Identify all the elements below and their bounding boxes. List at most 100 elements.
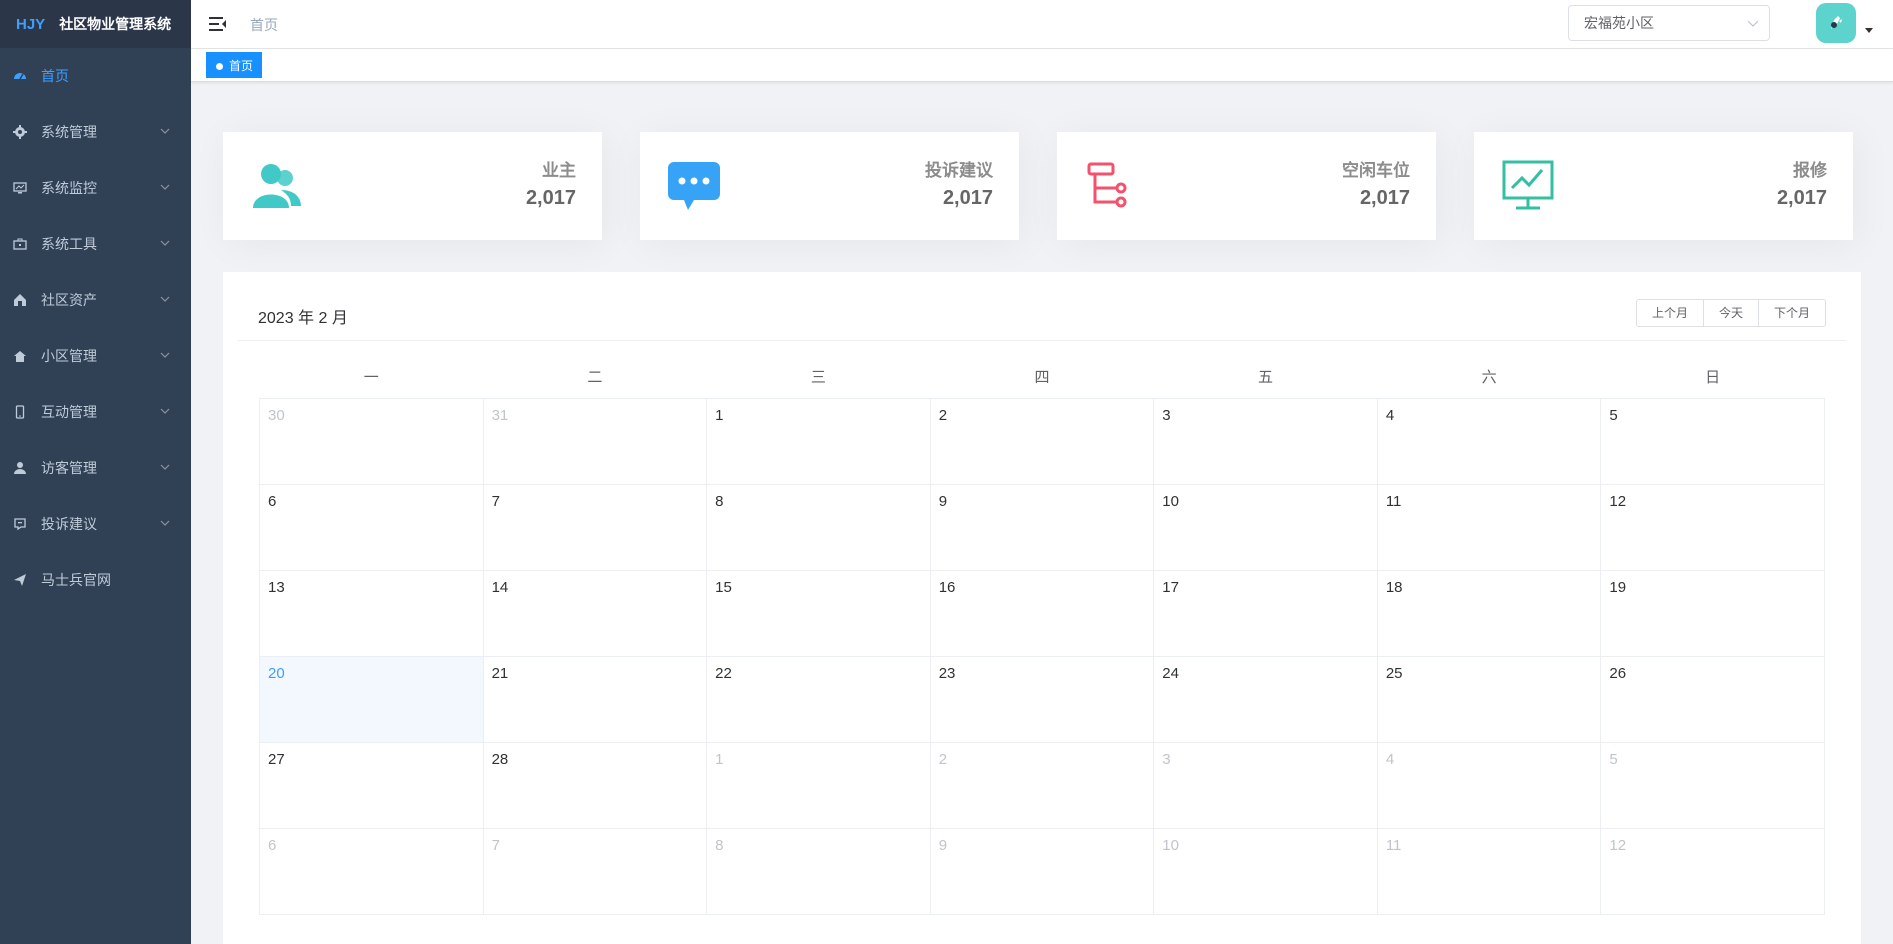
sidebar-item-label: 小区管理: [41, 348, 97, 364]
calendar-day-cell[interactable]: 11: [1376, 827, 1602, 915]
sidebar-item-label: 社区资产: [41, 292, 97, 308]
calendar-day-cell[interactable]: 31: [482, 397, 708, 485]
calendar-day-cell[interactable]: 19: [1600, 569, 1825, 657]
calendar-day-cell[interactable]: 26: [1600, 655, 1825, 743]
calendar-day-number: 24: [1162, 664, 1179, 682]
community-select[interactable]: 宏福苑小区: [1568, 5, 1770, 41]
calendar-day-cell[interactable]: 7: [482, 827, 708, 915]
calendar-day-cell[interactable]: 13: [259, 569, 484, 657]
calendar-day-cell[interactable]: 28: [482, 741, 708, 829]
calendar-day-cell[interactable]: 3: [1153, 741, 1378, 829]
sidebar-item-9[interactable]: 马士兵官网: [0, 552, 191, 608]
message-icon: [12, 516, 28, 532]
calendar-day-cell[interactable]: 10: [1153, 827, 1378, 915]
calendar-day-number: 14: [491, 578, 509, 596]
calendar-day-number: 2: [938, 406, 948, 424]
calendar-day-cell[interactable]: 5: [1600, 397, 1825, 485]
stat-card-3[interactable]: 报修 2,017: [1474, 132, 1853, 240]
calendar-day-cell[interactable]: 7: [482, 483, 708, 571]
calendar-day-cell[interactable]: 16: [929, 569, 1155, 657]
calendar-day-cell[interactable]: 30: [259, 397, 484, 485]
calendar-day-cell[interactable]: 9: [929, 483, 1155, 571]
stat-value: 2,017: [942, 187, 993, 209]
sidebar-item-5[interactable]: 小区管理: [0, 328, 191, 384]
dashboard-icon: [12, 68, 28, 84]
calendar-day-cell[interactable]: 24: [1153, 655, 1378, 743]
sidebar-item-label: 系统管理: [41, 124, 97, 140]
calendar-day-cell[interactable]: 2: [929, 397, 1155, 485]
calendar-day-number: 22: [715, 664, 732, 682]
today-button[interactable]: 今天: [1702, 299, 1759, 327]
navbar: 首页 宏福苑小区: [191, 0, 1893, 49]
sidebar-item-label: 首页: [41, 68, 69, 84]
caret-down-icon[interactable]: [1865, 28, 1873, 33]
next-month-button[interactable]: 下个月: [1757, 299, 1826, 327]
calendar-day-number: 18: [1385, 578, 1403, 596]
sidebar-item-1[interactable]: 系统管理: [0, 104, 191, 160]
calendar-day-cell[interactable]: 27: [259, 741, 484, 829]
sidebar-item-3[interactable]: 系统工具: [0, 216, 191, 272]
calendar-day-number: 7: [491, 492, 500, 510]
calendar-header: 2023 年 2 月 上个月 今天 下个月: [238, 272, 1846, 341]
calendar-day-cell[interactable]: 25: [1376, 655, 1602, 743]
calendar-day-cell[interactable]: 11: [1376, 483, 1602, 571]
logo: HJY 社区物业管理系统: [0, 0, 191, 48]
calendar-day-cell[interactable]: 20: [259, 655, 484, 743]
app-title: 社区物业管理系统: [59, 16, 172, 32]
stat-card-1[interactable]: 投诉建议 2,017: [640, 132, 1019, 240]
sidebar-item-label: 马士兵官网: [41, 572, 111, 588]
sidebar-item-6[interactable]: 互动管理: [0, 384, 191, 440]
calendar-day-cell[interactable]: 4: [1376, 397, 1602, 485]
calendar-day-cell[interactable]: 1: [706, 397, 931, 485]
calendar-day-number: 9: [938, 836, 948, 854]
calendar-day-cell[interactable]: 14: [482, 569, 708, 657]
sidebar-item-label: 互动管理: [41, 404, 97, 420]
sidebar-item-2[interactable]: 系统监控: [0, 160, 191, 216]
sidebar-item-label: 系统监控: [41, 180, 97, 196]
calendar-day-cell[interactable]: 1: [706, 741, 931, 829]
calendar-day-number: 12: [1609, 836, 1627, 854]
monitor-icon: [12, 180, 28, 196]
sidebar-item-7[interactable]: 访客管理: [0, 440, 191, 496]
calendar-day-cell[interactable]: 2: [929, 741, 1155, 829]
sidebar-item-4[interactable]: 社区资产: [0, 272, 191, 328]
calendar-day-cell[interactable]: 15: [706, 569, 931, 657]
calendar-day-number: 10: [1162, 836, 1179, 854]
hamburger-icon[interactable]: [208, 14, 228, 34]
stat-card-0[interactable]: 业主 2,017: [223, 132, 602, 240]
calendar-day-cell[interactable]: 9: [929, 827, 1155, 915]
calendar-day-cell[interactable]: 5: [1600, 741, 1825, 829]
calendar-day-cell[interactable]: 3: [1153, 397, 1378, 485]
chevron-down-icon: [160, 128, 170, 134]
calendar-day-number: 5: [1609, 750, 1618, 768]
avatar-image-icon: [1831, 16, 1842, 29]
stat-card-2[interactable]: 空闲车位 2,017: [1057, 132, 1436, 240]
calendar-day-cell[interactable]: 8: [706, 483, 931, 571]
calendar-day-number: 21: [491, 664, 509, 682]
calendar-day-cell[interactable]: 6: [259, 483, 484, 571]
calendar-day-cell[interactable]: 12: [1600, 827, 1825, 915]
calendar: 2023 年 2 月 上个月 今天 下个月 一二三四五六日 30 31 1 2 3 4 5 6…: [223, 272, 1861, 944]
calendar-day-cell[interactable]: 4: [1376, 741, 1602, 829]
sidebar-item-8[interactable]: 投诉建议: [0, 496, 191, 552]
prev-month-button[interactable]: 上个月: [1635, 299, 1704, 327]
calendar-day-number: 11: [1385, 492, 1402, 510]
calendar-day-cell[interactable]: 10: [1153, 483, 1378, 571]
calendar-day-cell[interactable]: 22: [706, 655, 931, 743]
tag-home[interactable]: 首页: [206, 52, 263, 78]
calendar-day-cell[interactable]: 8: [706, 827, 931, 915]
calendar-day-cell[interactable]: 23: [929, 655, 1155, 743]
sidebar-item-0[interactable]: 首页: [0, 48, 191, 104]
calendar-day-cell[interactable]: 12: [1600, 483, 1825, 571]
paper-plane-icon: [12, 572, 28, 588]
calendar-day-cell[interactable]: 21: [482, 655, 708, 743]
calendar-rows: 30 31 1 2 3 4 5 6 7 8 9 10 11 12 13 14 15 16 17 18 19 20 21 22 2…: [259, 397, 1825, 915]
avatar[interactable]: [1816, 3, 1856, 43]
calendar-day-cell[interactable]: 6: [259, 827, 484, 915]
calendar-day-number: 2: [938, 750, 948, 768]
calendar-day-cell[interactable]: 17: [1153, 569, 1378, 657]
calendar-day-cell[interactable]: 18: [1376, 569, 1602, 657]
breadcrumb[interactable]: 首页: [250, 15, 278, 35]
chart-board-icon: [1502, 160, 1554, 212]
calendar-day-number: 13: [268, 578, 285, 596]
